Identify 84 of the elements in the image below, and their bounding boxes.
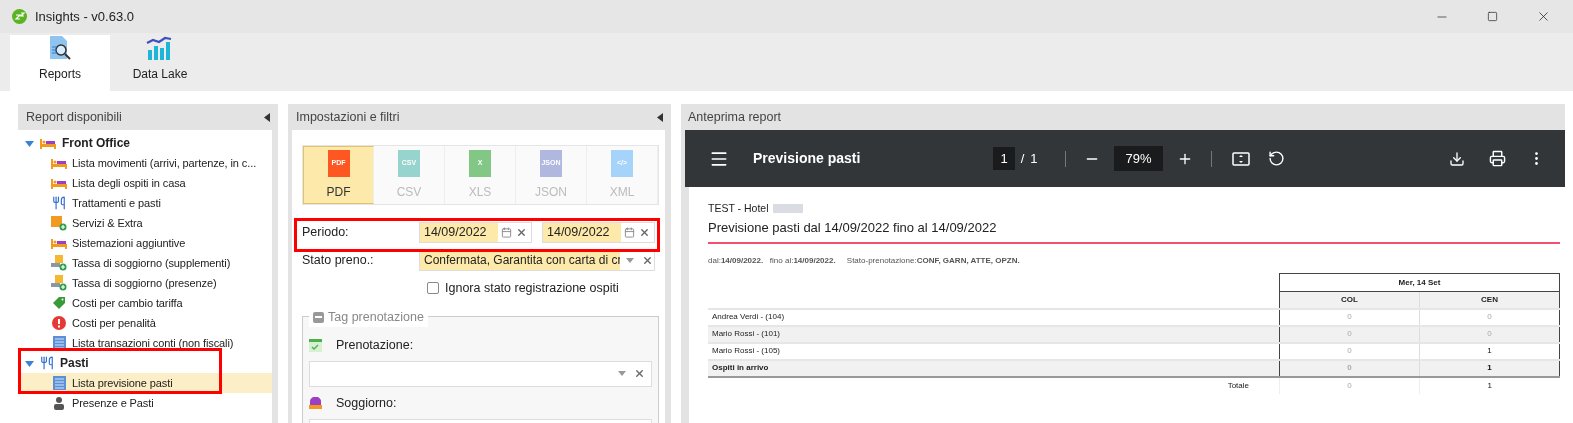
ribbon-tab[interactable]: Reports <box>10 35 110 91</box>
collapse-toggle-icon[interactable] <box>313 311 324 323</box>
report-filters: dal:14/09/2022. fino al:14/09/2022. Stato-prenotazione:CONF, GARN, ATTE, OPZN. <box>708 255 1021 268</box>
hotel-name: TEST - Hotel <box>708 201 769 216</box>
page-separator: / <box>1020 149 1025 168</box>
tree-item[interactable]: Costi per penalità <box>18 313 272 333</box>
table-cell: 1 <box>1419 359 1560 377</box>
tree-item[interactable]: Trattamenti e pasti <box>18 193 272 213</box>
row-label: Andrea Verdi - (104) <box>708 308 1280 326</box>
bed-front-icon <box>309 397 322 411</box>
table-cell: 0 <box>1279 359 1420 377</box>
bed-icon <box>51 177 67 189</box>
tree-group[interactable]: Front Office <box>18 133 272 153</box>
fit-page-icon[interactable] <box>1231 151 1250 166</box>
tree-item[interactable]: Servizi & Extra <box>18 213 272 233</box>
tree-item[interactable]: Costi per cambio tariffa <box>18 293 272 313</box>
clear-icon[interactable] <box>639 226 650 238</box>
row-label: Ospiti in arrivo <box>708 359 1280 377</box>
column-header: Mer, 14 Set <box>1279 273 1560 292</box>
panel-title: Report disponibili <box>26 108 122 126</box>
document-title: Previsione pasti <box>753 149 861 168</box>
page-number-field[interactable]: 1 <box>993 146 1015 171</box>
tree-item[interactable]: Presenze e Pasti <box>18 393 272 413</box>
close-icon[interactable] <box>1536 9 1551 24</box>
expander-icon[interactable] <box>25 138 34 148</box>
list-document-icon <box>52 376 66 390</box>
field-label: Prenotazione: <box>336 337 414 355</box>
ribbon-tab[interactable]: Data Lake <box>110 35 210 91</box>
page-count: 1 <box>1030 149 1038 168</box>
dropdown-caret-icon[interactable] <box>626 257 634 263</box>
cutlery-icon <box>52 196 66 210</box>
checkbox-label: Ignora stato registrazione ospiti <box>445 280 619 297</box>
row-label: Mario Rossi - (105) <box>708 342 1280 360</box>
tree-item[interactable]: Tassa di soggiorno (supplementi) <box>18 253 272 273</box>
checkbox[interactable] <box>427 282 439 295</box>
field-label: Soggiorno: <box>336 395 397 413</box>
person-icon <box>52 396 66 410</box>
date-field[interactable]: 14/09/2022 <box>418 221 532 243</box>
collapse-icon[interactable] <box>657 112 663 122</box>
coins-icon <box>51 275 67 291</box>
tree-item[interactable]: Lista degli ospiti in casa <box>18 173 272 193</box>
print-icon[interactable] <box>1489 150 1506 167</box>
box-plus-icon <box>51 215 67 231</box>
bed-icon <box>51 237 67 249</box>
clear-icon[interactable] <box>634 368 645 380</box>
app-logo-icon <box>12 9 27 24</box>
tag-icon <box>52 296 66 310</box>
rotate-icon[interactable] <box>1267 150 1285 167</box>
report-search-icon <box>47 35 73 61</box>
maximize-icon[interactable] <box>1487 11 1498 22</box>
total-cell: 1 <box>1419 376 1560 394</box>
row-label: Mario Rossi - (101) <box>708 325 1280 343</box>
calendar-icon[interactable] <box>624 226 635 238</box>
alert-icon <box>52 316 66 330</box>
window-title: Insights - v0.63.0 <box>35 7 134 26</box>
clear-icon[interactable] <box>515 226 527 238</box>
tree-item[interactable]: Lista movimenti (arrivi, partenze, in c... <box>18 153 272 173</box>
report-heading: Previsione pasti dal 14/09/2022 fino al 14/09/2022 <box>708 218 998 237</box>
bed-icon <box>51 157 67 169</box>
zoom-field[interactable]: 79% <box>1114 145 1163 172</box>
bed-icon <box>40 137 56 149</box>
field-label: Periodo: <box>302 223 350 241</box>
download-icon[interactable] <box>1449 150 1465 167</box>
total-label: Totale <box>708 376 1280 394</box>
field-label: Stato preno.: <box>302 251 375 269</box>
chart-icon <box>146 35 174 61</box>
clear-icon[interactable] <box>642 254 653 266</box>
tree-item[interactable]: Tassa di soggiorno (presenze) <box>18 273 272 293</box>
calendar-icon[interactable] <box>500 226 512 238</box>
redacted-block <box>772 204 803 214</box>
panel-title: Impostazioni e filtri <box>296 108 400 126</box>
date-field[interactable]: 14/09/2022 <box>542 221 655 243</box>
tree-item[interactable]: Lista previsione pasti <box>18 373 272 393</box>
tree-item[interactable]: Lista transazioni conti (non fiscali) <box>18 333 272 353</box>
group-title: Tag prenotazione <box>328 308 424 326</box>
cutlery-icon <box>40 356 54 370</box>
tree-item[interactable]: Sistemazioni aggiuntive <box>18 233 272 253</box>
dropdown-caret-icon[interactable] <box>618 371 626 377</box>
expander-icon[interactable] <box>25 358 34 368</box>
collapse-icon[interactable] <box>264 112 270 122</box>
tree-group[interactable]: Pasti <box>18 353 272 373</box>
panel-title: Anteprima report <box>688 108 782 126</box>
coins-icon <box>51 255 67 271</box>
calendar-check-icon <box>309 339 322 353</box>
